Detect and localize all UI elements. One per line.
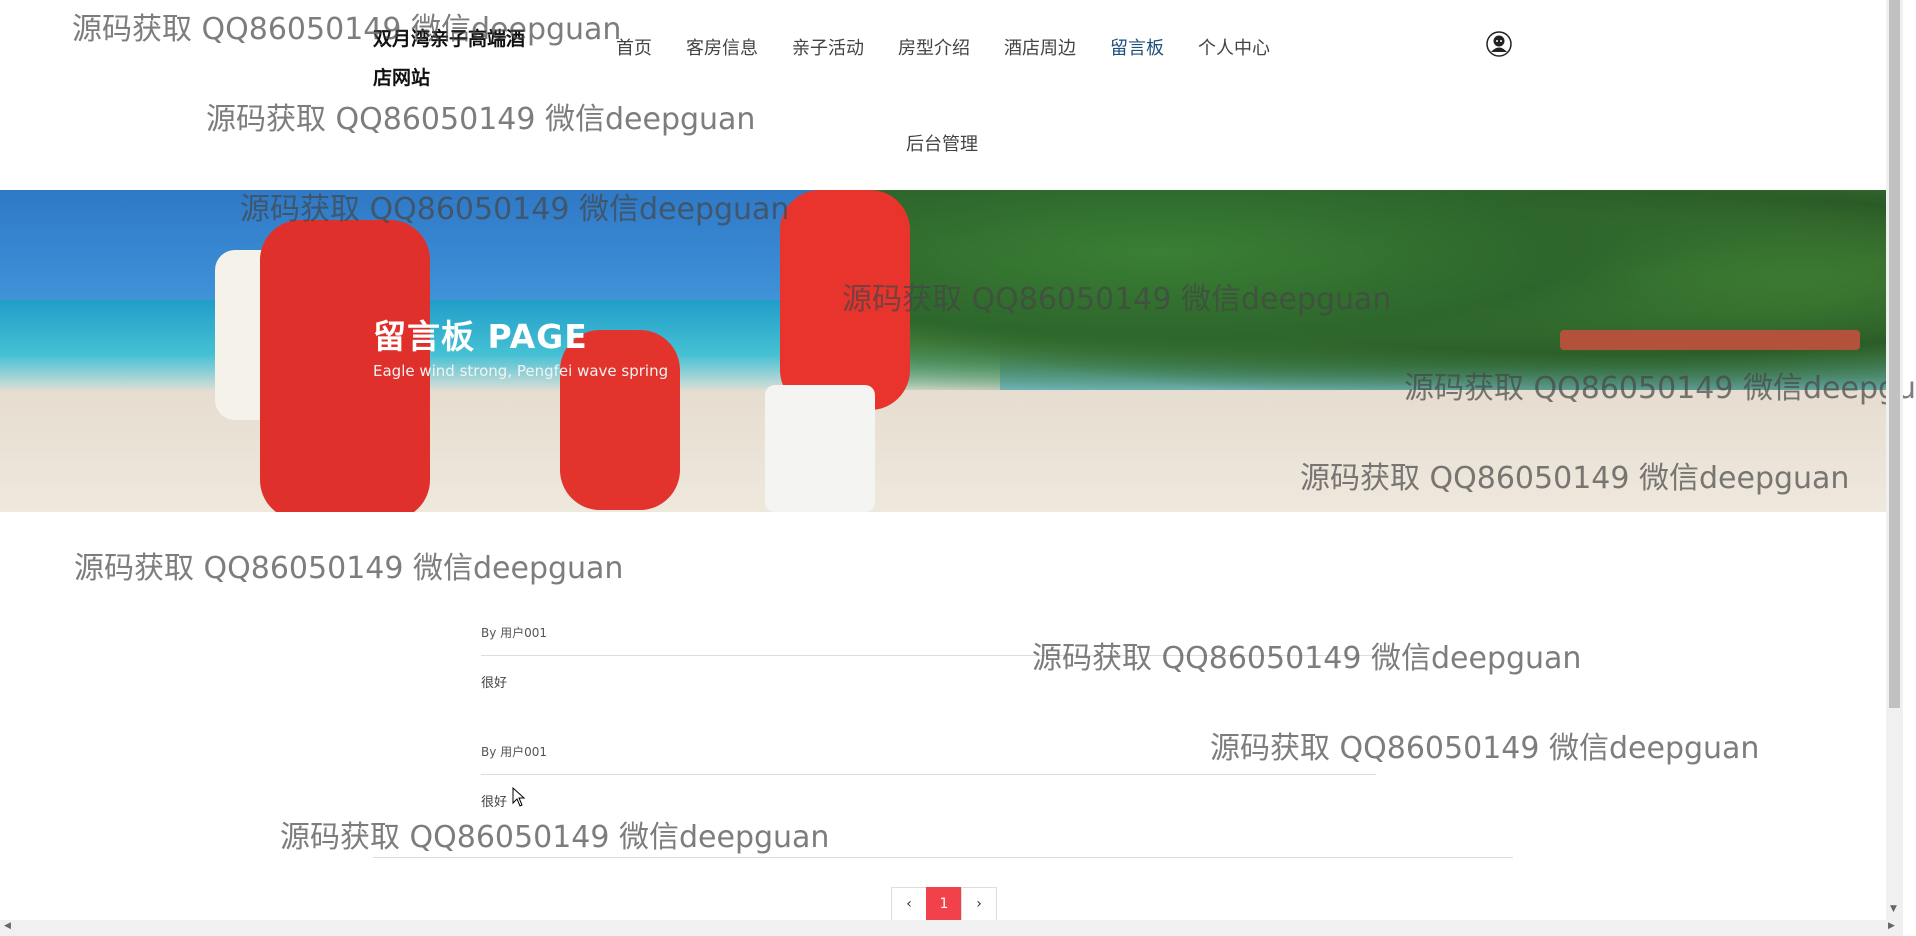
pagination-page-1[interactable]: 1 — [926, 887, 962, 921]
message-author: By 用户001 — [481, 626, 548, 640]
message-item: By 用户001 很好 — [481, 623, 1376, 691]
watermark: 源码获取 QQ86050149 微信deepguan — [74, 551, 624, 586]
message-text: 很好 — [481, 676, 508, 691]
hero-banner: 留言板 PAGE Eagle wind strong, Pengfei wave… — [0, 190, 1886, 512]
pagination-prev[interactable]: ‹ — [891, 887, 927, 921]
message-text: 很好 — [481, 795, 508, 810]
mouse-cursor-icon — [512, 787, 526, 807]
banner-palm-trees — [850, 190, 1886, 400]
scroll-down-icon[interactable]: ▼ — [1890, 904, 1897, 914]
nav-personal-center[interactable]: 个人中心 — [1198, 34, 1270, 60]
header: 双月湾亲子高端酒店网站 首页 客房信息 亲子活动 房型介绍 酒店周边 留言板 个… — [0, 0, 1886, 190]
message-author: By 用户001 — [481, 745, 548, 759]
banner-subtitle: Eagle wind strong, Pengfei wave spring — [373, 362, 669, 380]
user-avatar-icon[interactable] — [1486, 31, 1512, 57]
site-title[interactable]: 双月湾亲子高端酒店网站 — [373, 20, 543, 98]
nav-activities[interactable]: 亲子活动 — [792, 34, 864, 60]
scroll-right-icon[interactable]: ▶ — [1888, 921, 1895, 931]
message-divider — [481, 774, 1376, 775]
banner-title: 留言板 PAGE — [373, 317, 588, 356]
vertical-scrollbar-thumb[interactable] — [1889, 0, 1900, 708]
pagination: ‹ 1 › — [891, 887, 997, 921]
pagination-next[interactable]: › — [961, 887, 997, 921]
message-item: By 用户001 很好 — [481, 742, 1376, 810]
scroll-left-icon[interactable]: ◀ — [4, 921, 11, 931]
nav-surroundings[interactable]: 酒店周边 — [1004, 34, 1076, 60]
nav-message-board[interactable]: 留言板 — [1110, 34, 1164, 60]
vertical-scrollbar[interactable]: ▼ — [1886, 0, 1903, 920]
banner-shorts — [765, 385, 875, 512]
banner-loungers — [1560, 330, 1860, 350]
horizontal-scrollbar[interactable]: ◀ ▶ — [0, 920, 1903, 936]
nav-admin[interactable]: 后台管理 — [906, 130, 978, 156]
nav-home[interactable]: 首页 — [616, 34, 652, 60]
list-divider — [373, 857, 1513, 858]
banner-person-father — [780, 190, 910, 410]
nav-rooms[interactable]: 客房信息 — [686, 34, 758, 60]
watermark: 源码获取 QQ86050149 微信deepguan — [280, 820, 830, 855]
message-divider — [481, 655, 1376, 656]
nav-room-types[interactable]: 房型介绍 — [898, 34, 970, 60]
